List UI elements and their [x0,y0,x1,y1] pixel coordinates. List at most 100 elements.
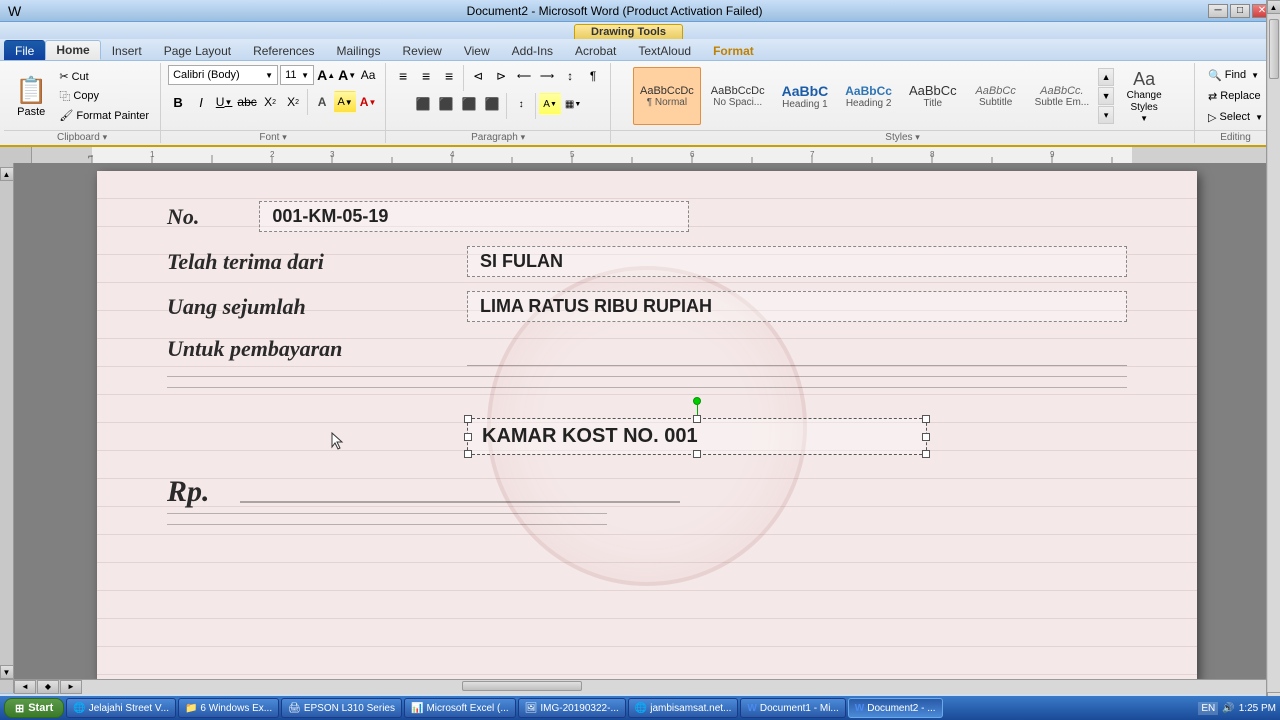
highlight-button[interactable]: A ▼ [334,91,356,113]
tab-format[interactable]: Format [702,40,765,60]
show-hide-button[interactable]: ¶ [582,65,604,87]
minimize-button[interactable]: ─ [1208,4,1228,18]
nav-indicator[interactable]: ◆ [37,680,59,694]
styles-scroll-up[interactable]: ▲ [1098,68,1114,86]
next-page-button[interactable]: ► [60,680,82,694]
tab-addins[interactable]: Add-Ins [501,40,564,60]
handle-mr[interactable] [922,433,930,441]
ltr-button[interactable]: ⟵ [513,65,535,87]
align-right-button[interactable]: ⬛ [458,93,480,115]
scroll-page-up[interactable]: ▲ [0,167,14,181]
handle-br[interactable] [922,450,930,458]
style-subtitle[interactable]: AaBbCc Subtitle [967,67,1025,125]
align-center-button[interactable]: ⬛ [435,93,457,115]
taskbar-img[interactable]: 🖼 IMG-20190322-... [518,698,626,718]
tab-home[interactable]: Home [45,40,100,60]
borders-button[interactable]: ▦ ▼ [562,93,584,115]
vertical-scrollbar[interactable]: ▲ ▼ [1266,0,1280,706]
taskbar-doc1[interactable]: W Document1 - Mi... [740,698,845,718]
ribbon-content: 📋 Paste ✂ Cut ⿻ Copy 🖌 Format Painter [0,61,1280,145]
tab-view[interactable]: View [453,40,501,60]
tab-acrobat[interactable]: Acrobat [564,40,627,60]
styles-scroll-down[interactable]: ▼ [1098,87,1114,105]
style-normal[interactable]: AaBbCcDc ¶ Normal [633,67,701,125]
copy-button[interactable]: ⿻ Copy [54,86,154,106]
tab-pagelayout[interactable]: Page Layout [153,40,242,60]
tab-review[interactable]: Review [391,40,452,60]
tray-en: EN [1198,702,1218,715]
shrink-font-button[interactable]: A▼ [337,65,357,85]
style-subtleemphasis[interactable]: AaBbCc. Subtle Em... [1028,67,1096,125]
line-spacing-button[interactable]: ↕ [510,93,532,115]
taskbar-epson[interactable]: 🖨 EPSON L310 Series [281,698,402,718]
tab-references[interactable]: References [242,40,325,60]
terima-value-box[interactable]: SI FULAN [467,246,1127,277]
style-title[interactable]: AaBbCc Title [902,67,964,125]
style-nospacing[interactable]: AaBbCcDc No Spaci... [704,67,772,125]
untuk-value-box[interactable] [467,336,1127,366]
rtl-button[interactable]: ⟶ [536,65,558,87]
grow-font-button[interactable]: A▲ [316,65,336,85]
drawing-tools-tab[interactable]: Drawing Tools [574,24,683,39]
select-button[interactable]: ▷ Select ▼ [1201,107,1270,127]
numbering-button[interactable]: ≡ [415,65,437,87]
justify-button[interactable]: ⬛ [481,93,503,115]
handle-tl[interactable] [464,415,472,423]
change-styles-button[interactable]: Aa ChangeStyles ▼ [1116,66,1172,126]
tab-mailings[interactable]: Mailings [325,40,391,60]
maximize-button[interactable]: □ [1230,4,1250,18]
h-scroll-thumb[interactable] [462,681,582,691]
bold-button[interactable]: B [167,91,189,113]
replace-button[interactable]: ⇄ Replace [1201,86,1270,106]
kamar-textbox-selected[interactable]: KAMAR KOST NO. 001 [467,418,927,455]
styles-group: AaBbCcDc ¶ Normal AaBbCcDc No Spaci... A… [611,63,1195,143]
uang-value-box[interactable]: LIMA RATUS RIBU RUPIAH [467,291,1127,322]
no-value-box[interactable]: 001-KM-05-19 [259,201,689,232]
superscript-button[interactable]: X2 [282,91,304,113]
scroll-page-down[interactable]: ▼ [0,665,14,679]
font-name-dropdown[interactable]: Calibri (Body) ▼ [168,65,278,85]
taskbar-jambi[interactable]: 🌐 jambisamsat.net... [628,698,739,718]
subscript-button[interactable]: X2 [259,91,281,113]
tab-file[interactable]: File [4,40,45,60]
increase-indent-button[interactable]: ⊳ [490,65,512,87]
decrease-indent-button[interactable]: ⊲ [467,65,489,87]
tab-insert[interactable]: Insert [101,40,153,60]
multilevel-button[interactable]: ≡ [438,65,460,87]
handle-ml[interactable] [464,433,472,441]
tab-textaloud[interactable]: TextAloud [627,40,702,60]
format-painter-button[interactable]: 🖌 Format Painter [54,107,154,124]
bullets-button[interactable]: ≡ [392,65,414,87]
style-heading2[interactable]: AaBbCc Heading 2 [838,67,899,125]
svg-text:4: 4 [450,150,455,159]
italic-button[interactable]: I [190,91,212,113]
shading-button[interactable]: A ▼ [539,93,561,115]
handle-bm[interactable] [693,450,701,458]
taskbar-doc2[interactable]: W Document2 - ... [848,698,943,718]
handle-tr[interactable] [922,415,930,423]
find-button[interactable]: 🔍 Find ▼ [1201,65,1270,85]
scroll-thumb[interactable] [1269,19,1279,79]
taskbar-jelajahi[interactable]: 🌐 Jelajahi Street V... [66,698,176,718]
sort-button[interactable]: ↕ [559,65,581,87]
no-row: No. 001-KM-05-19 [167,201,1127,232]
font-size-dropdown[interactable]: 11 ▼ [280,65,314,85]
paste-button[interactable]: 📋 Paste [10,72,52,121]
style-heading1[interactable]: AaBbC Heading 1 [775,67,836,125]
document-area[interactable]: No. 001-KM-05-19 Telah terima dari SI FU… [14,163,1280,679]
font-color-button[interactable]: A ▼ [357,91,379,113]
clear-format-button[interactable]: Aa [358,65,378,85]
align-left-button[interactable]: ⬛ [412,93,434,115]
handle-bl[interactable] [464,450,472,458]
scroll-up-arrow[interactable]: ▲ [1267,0,1280,14]
underline-button[interactable]: U ▼ [213,91,235,113]
taskbar-windows-explorer[interactable]: 📁 6 Windows Ex... [178,698,279,718]
styles-more[interactable]: ▾ [1098,106,1114,124]
strikethrough-button[interactable]: abc [236,91,258,113]
cut-button[interactable]: ✂ Cut [54,68,154,85]
handle-tm[interactable] [693,415,701,423]
text-effects-button[interactable]: A [311,91,333,113]
prev-page-button[interactable]: ◄ [14,680,36,694]
start-button[interactable]: ⊞ Start [4,698,64,718]
taskbar-excel[interactable]: 📊 Microsoft Excel (... [404,698,516,718]
